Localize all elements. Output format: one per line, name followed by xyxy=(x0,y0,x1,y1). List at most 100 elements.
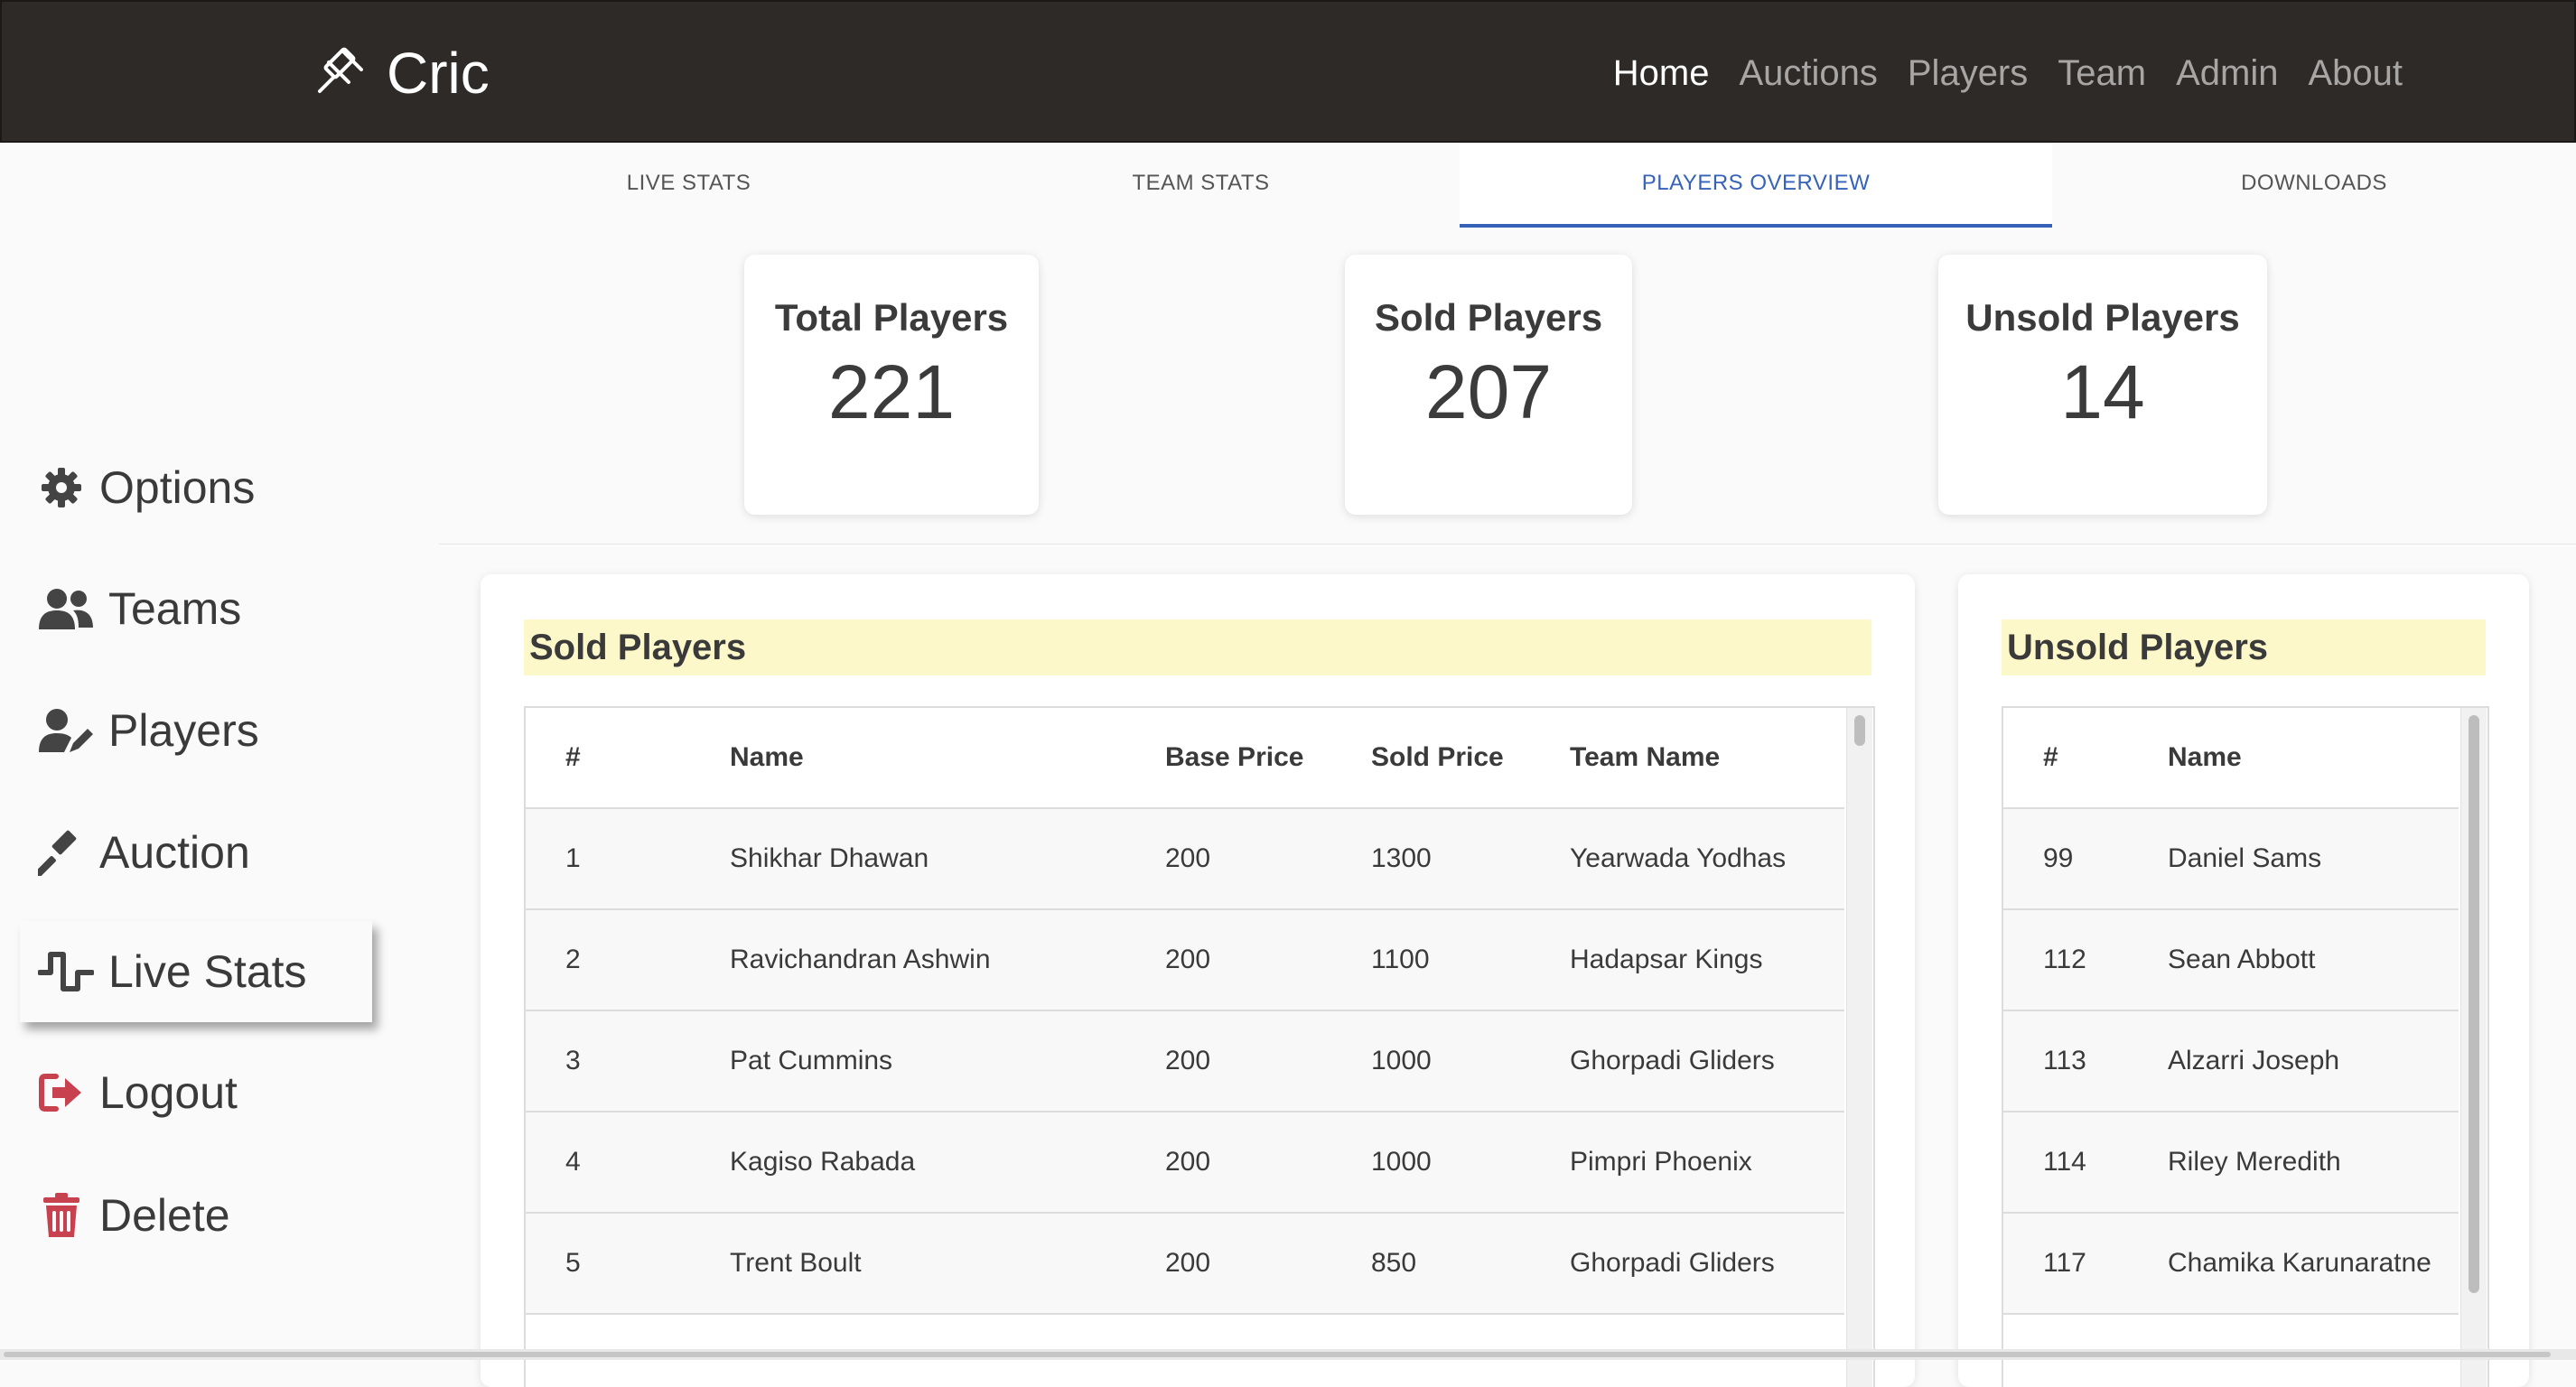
cell-name: Chamika Karunaratne xyxy=(2168,1213,2459,1315)
sold-players-table-container[interactable]: # Name Base Price Sold Price Team Name 1… xyxy=(524,706,1875,1387)
stats-tabs: LIVE STATS TEAM STATS PLAYERS OVERVIEW D… xyxy=(443,143,2576,228)
cell-name: Sean Abbott xyxy=(2168,909,2459,1011)
nav-players[interactable]: Players xyxy=(1908,43,2028,103)
cell-name: Ravichandran Ashwin xyxy=(730,909,1165,1011)
page-horizontal-scrollbar[interactable] xyxy=(0,1349,2576,1360)
stat-card-total: Total Players 221 xyxy=(744,255,1039,515)
users-icon xyxy=(36,583,96,634)
tab-players-overview[interactable]: PLAYERS OVERVIEW xyxy=(1460,143,2052,228)
unsold-table-scrollbar[interactable] xyxy=(2460,708,2487,1387)
cell-name: Pat Cummins xyxy=(730,1010,1165,1112)
sidebar-item-label: Teams xyxy=(108,583,242,634)
brand-name: Cric xyxy=(387,41,490,106)
unsold-players-table: # Name 99 Daniel Sams 112 Sean Abbott 11… xyxy=(2003,708,2459,1315)
stat-value: 207 xyxy=(1424,349,1553,434)
column-header[interactable]: Name xyxy=(730,708,1165,809)
cell-index: 112 xyxy=(2003,909,2168,1011)
cell-base-price: 200 xyxy=(1165,909,1371,1011)
panel-heading: Unsold Players xyxy=(2002,619,2486,675)
cell-index: 1 xyxy=(526,808,730,910)
stat-card-unsold: Unsold Players 14 xyxy=(1938,255,2267,515)
cell-index: 2 xyxy=(526,909,730,1011)
cell-team-name: Ghorpadi Gliders xyxy=(1570,1213,1844,1315)
tab-live-stats[interactable]: LIVE STATS xyxy=(443,143,935,228)
sidebar-item-auction[interactable]: Auction xyxy=(20,802,372,903)
column-header[interactable]: Name xyxy=(2168,708,2459,809)
table-row[interactable]: 1 Shikhar Dhawan 200 1300 Yearwada Yodha… xyxy=(526,808,1844,910)
stat-card-sold: Sold Players 207 xyxy=(1345,255,1632,515)
cell-sold-price: 850 xyxy=(1371,1213,1570,1315)
logout-icon xyxy=(36,1067,87,1118)
trash-icon xyxy=(36,1190,87,1241)
table-row[interactable]: 5 Trent Boult 200 850 Ghorpadi Gliders xyxy=(526,1213,1844,1315)
sold-players-table: # Name Base Price Sold Price Team Name 1… xyxy=(526,708,1844,1315)
stat-value: 14 xyxy=(2060,349,2145,434)
cell-name: Daniel Sams xyxy=(2168,808,2459,910)
stat-title: Unsold Players xyxy=(1965,296,2240,339)
scrollbar-thumb[interactable] xyxy=(1854,715,1865,746)
table-row[interactable]: 117 Chamika Karunaratne xyxy=(2003,1213,2459,1315)
nav-links: Home Auctions Players Team Admin About xyxy=(1583,43,2403,103)
cell-sold-price: 1000 xyxy=(1371,1112,1570,1214)
column-header[interactable]: Base Price xyxy=(1165,708,1371,809)
table-row[interactable]: 99 Daniel Sams xyxy=(2003,808,2459,910)
sidebar-item-label: Players xyxy=(108,705,259,756)
cell-name: Shikhar Dhawan xyxy=(730,808,1165,910)
cell-base-price: 200 xyxy=(1165,1010,1371,1112)
cell-team-name: Ghorpadi Gliders xyxy=(1570,1010,1844,1112)
tab-downloads[interactable]: DOWNLOADS xyxy=(2052,143,2576,228)
brand[interactable]: Cric xyxy=(314,38,490,108)
sidebar-item-players[interactable]: Players xyxy=(20,680,372,781)
sidebar-item-logout[interactable]: Logout xyxy=(20,1042,372,1143)
nav-home[interactable]: Home xyxy=(1613,43,1710,103)
cell-name: Alzarri Joseph xyxy=(2168,1010,2459,1112)
table-row[interactable]: 4 Kagiso Rabada 200 1000 Pimpri Phoenix xyxy=(526,1112,1844,1214)
table-row[interactable]: 112 Sean Abbott xyxy=(2003,909,2459,1011)
cell-index: 99 xyxy=(2003,808,2168,910)
nav-admin[interactable]: Admin xyxy=(2176,43,2278,103)
table-row[interactable]: 113 Alzarri Joseph xyxy=(2003,1010,2459,1112)
cell-sold-price: 1100 xyxy=(1371,909,1570,1011)
cell-sold-price: 1000 xyxy=(1371,1010,1570,1112)
sidebar-item-delete[interactable]: Delete xyxy=(20,1165,372,1266)
table-row[interactable]: 114 Riley Meredith xyxy=(2003,1112,2459,1214)
sold-table-scrollbar[interactable] xyxy=(1846,708,1872,1387)
scrollbar-thumb[interactable] xyxy=(4,1352,2551,1357)
table-row[interactable]: 3 Pat Cummins 200 1000 Ghorpadi Gliders xyxy=(526,1010,1844,1112)
column-header[interactable]: Sold Price xyxy=(1371,708,1570,809)
cell-index: 117 xyxy=(2003,1213,2168,1315)
scrollbar-thumb[interactable] xyxy=(2469,715,2479,1293)
cell-base-price: 200 xyxy=(1165,808,1371,910)
sidebar-item-label: Options xyxy=(99,462,256,513)
cell-team-name: Pimpri Phoenix xyxy=(1570,1112,1844,1214)
cell-sold-price: 1300 xyxy=(1371,808,1570,910)
tab-team-stats[interactable]: TEAM STATS xyxy=(955,143,1447,228)
cell-index: 114 xyxy=(2003,1112,2168,1214)
stat-title: Sold Players xyxy=(1374,296,1603,339)
column-header[interactable]: # xyxy=(2003,708,2168,809)
cell-team-name: Hadapsar Kings xyxy=(1570,909,1844,1011)
cell-base-price: 200 xyxy=(1165,1213,1371,1315)
sidebar-item-live-stats[interactable]: Live Stats xyxy=(20,921,372,1022)
nav-auctions[interactable]: Auctions xyxy=(1739,43,1877,103)
table-header-row: # Name Base Price Sold Price Team Name xyxy=(526,708,1844,809)
sidebar-item-teams[interactable]: Teams xyxy=(20,558,372,659)
sidebar-item-options[interactable]: Options xyxy=(20,437,372,538)
unsold-players-panel: Unsold Players # Name 99 Daniel Sams 112… xyxy=(1958,574,2529,1387)
sidebar-item-label: Delete xyxy=(99,1190,230,1241)
cell-name: Kagiso Rabada xyxy=(730,1112,1165,1214)
sold-players-panel: Sold Players # Name Base Price Sold Pric… xyxy=(481,574,1915,1387)
cell-name: Trent Boult xyxy=(730,1213,1165,1315)
nav-about[interactable]: About xyxy=(2308,43,2403,103)
cell-index: 113 xyxy=(2003,1010,2168,1112)
cell-name: Riley Meredith xyxy=(2168,1112,2459,1214)
nav-team[interactable]: Team xyxy=(2058,43,2146,103)
cell-index: 5 xyxy=(526,1213,730,1315)
gear-icon xyxy=(36,462,87,513)
column-header[interactable]: Team Name xyxy=(1570,708,1844,809)
table-row[interactable]: 2 Ravichandran Ashwin 200 1100 Hadapsar … xyxy=(526,909,1844,1011)
column-header[interactable]: # xyxy=(526,708,730,809)
unsold-players-table-container[interactable]: # Name 99 Daniel Sams 112 Sean Abbott 11… xyxy=(2002,706,2489,1387)
stat-value: 221 xyxy=(827,349,956,434)
cell-team-name: Yearwada Yodhas xyxy=(1570,808,1844,910)
